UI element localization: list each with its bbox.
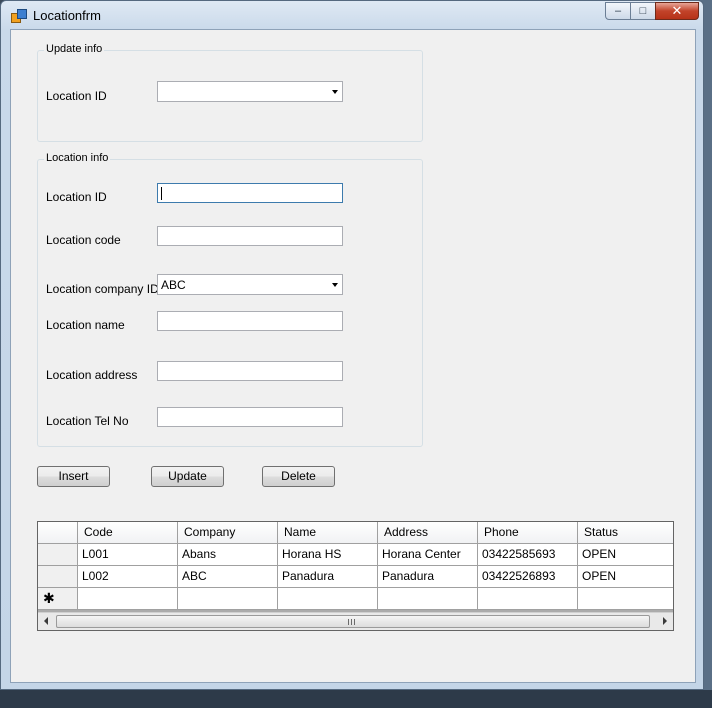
maximize-button[interactable]: □ [630, 2, 656, 20]
desktop-taskbar-strip [0, 690, 712, 708]
column-header-company[interactable]: Company [178, 522, 278, 544]
update-location-id-combo[interactable] [157, 81, 343, 102]
cell-name[interactable] [278, 588, 378, 610]
column-header-address[interactable]: Address [378, 522, 478, 544]
cell-code[interactable] [78, 588, 178, 610]
cell-address[interactable]: Horana Center [378, 544, 478, 566]
location-id-input[interactable] [157, 183, 343, 203]
cell-phone[interactable]: 03422526893 [478, 566, 578, 588]
location-address-label: Location address [46, 368, 138, 382]
grid-corner-header[interactable] [38, 522, 78, 544]
window-controls: – □ ✕ [605, 2, 699, 22]
update-button[interactable]: Update [151, 466, 224, 487]
new-table-row[interactable]: ✱ [38, 588, 673, 610]
text-caret [161, 187, 162, 200]
location-company-id-combo[interactable]: ABC [157, 274, 343, 295]
location-tel-input[interactable] [157, 407, 343, 427]
table-row[interactable]: L001 Abans Horana HS Horana Center 03422… [38, 544, 673, 566]
column-header-status[interactable]: Status [578, 522, 673, 544]
location-name-label: Location name [46, 318, 125, 332]
locations-data-grid[interactable]: Code Company Name Address Phone Status L… [37, 521, 674, 631]
location-id-label: Location ID [46, 190, 107, 204]
location-code-label: Location code [46, 233, 121, 247]
window-title: Locationfrm [33, 8, 101, 23]
scroll-left-icon[interactable] [44, 617, 48, 625]
cell-phone[interactable] [478, 588, 578, 610]
location-tel-label: Location Tel No [46, 414, 129, 428]
chevron-down-icon[interactable] [332, 283, 338, 287]
scroll-right-icon[interactable] [663, 617, 667, 625]
location-info-legend: Location info [44, 152, 111, 164]
app-icon [11, 9, 27, 23]
row-header[interactable]: ✱ [38, 588, 78, 610]
location-info-group: Location info Location ID Location code … [37, 152, 423, 447]
row-header[interactable] [38, 566, 78, 588]
cell-address[interactable]: Panadura [378, 566, 478, 588]
scrollbar-grip-icon [348, 619, 355, 625]
column-header-phone[interactable]: Phone [478, 522, 578, 544]
location-address-input[interactable] [157, 361, 343, 381]
location-form-window: Locationfrm – □ ✕ Update info Location I… [0, 0, 704, 690]
cell-status[interactable] [578, 588, 673, 610]
form-client-area: Update info Location ID Location info Lo… [10, 29, 696, 683]
cell-address[interactable] [378, 588, 478, 610]
cell-status[interactable]: OPEN [578, 544, 673, 566]
location-code-input[interactable] [157, 226, 343, 246]
scrollbar-thumb[interactable] [56, 615, 650, 628]
location-name-input[interactable] [157, 311, 343, 331]
row-header[interactable] [38, 544, 78, 566]
column-header-code[interactable]: Code [78, 522, 178, 544]
insert-button[interactable]: Insert [37, 466, 110, 487]
cell-status[interactable]: OPEN [578, 566, 673, 588]
update-info-legend: Update info [44, 43, 105, 55]
new-row-asterisk-icon: ✱ [43, 590, 55, 606]
cell-company[interactable]: ABC [178, 566, 278, 588]
update-info-group: Update info Location ID [37, 43, 423, 142]
cell-code[interactable]: L002 [78, 566, 178, 588]
column-header-name[interactable]: Name [278, 522, 378, 544]
cell-company[interactable] [178, 588, 278, 610]
update-location-id-label: Location ID [46, 89, 107, 103]
delete-button[interactable]: Delete [262, 466, 335, 487]
location-company-id-value: ABC [161, 278, 186, 292]
cell-phone[interactable]: 03422585693 [478, 544, 578, 566]
minimize-button[interactable]: – [605, 2, 631, 20]
grid-header-row: Code Company Name Address Phone Status [38, 522, 673, 544]
cell-code[interactable]: L001 [78, 544, 178, 566]
title-bar[interactable]: Locationfrm – □ ✕ [1, 1, 705, 29]
location-company-id-label: Location company ID [46, 282, 159, 296]
table-row[interactable]: L002 ABC Panadura Panadura 03422526893 O… [38, 566, 673, 588]
close-button[interactable]: ✕ [655, 2, 699, 20]
cell-company[interactable]: Abans [178, 544, 278, 566]
cell-name[interactable]: Horana HS [278, 544, 378, 566]
horizontal-scrollbar[interactable] [38, 612, 673, 630]
cell-name[interactable]: Panadura [278, 566, 378, 588]
chevron-down-icon[interactable] [332, 90, 338, 94]
